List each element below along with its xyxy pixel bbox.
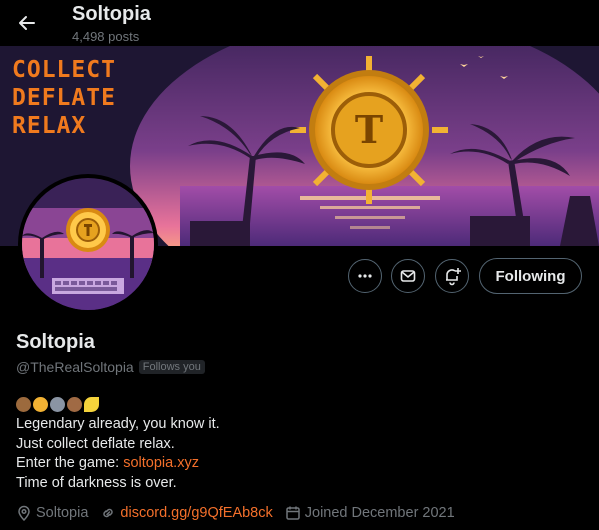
- top-bar: Soltopia 4,498 posts: [0, 0, 599, 46]
- location-pin-icon: [18, 505, 30, 521]
- profile-meta: Soltopia discord.gg/g9QfEAb8ck Joined De…: [16, 505, 467, 521]
- bio-line-4: Time of darkness is over.: [16, 474, 177, 491]
- message-button[interactable]: [391, 259, 425, 293]
- joined-item: Joined December 2021: [285, 505, 455, 521]
- location-text: Soltopia: [36, 505, 89, 521]
- envelope-icon: [400, 270, 416, 282]
- bio-line-3: Enter the game: soltopia.xyz: [16, 454, 220, 474]
- banner-line-deflate: DEFLATE: [12, 85, 116, 111]
- cat-icon: [33, 397, 48, 412]
- wolf-icon: [50, 397, 65, 412]
- notifications-button[interactable]: [435, 259, 469, 293]
- website-item: discord.gg/g9QfEAb8ck: [100, 505, 273, 521]
- calendar-icon: [286, 506, 300, 520]
- banner-line-collect: COLLECT: [12, 57, 116, 83]
- page-title: Soltopia: [72, 3, 151, 25]
- bio-line-1: Legendary already, you know it.: [16, 416, 220, 432]
- website-link[interactable]: discord.gg/g9QfEAb8ck: [120, 505, 272, 521]
- bio-line-3-prefix: Enter the game:: [16, 455, 124, 471]
- following-button[interactable]: Following: [479, 258, 582, 294]
- coin-letter: T: [355, 107, 383, 152]
- post-count: 4,498 posts: [72, 29, 140, 44]
- handle-row: @TheRealSoltopia Follows you: [16, 359, 205, 375]
- location-item: Soltopia: [16, 505, 88, 521]
- link-icon: [103, 508, 114, 518]
- profile-bio: Legendary already, you know it. Just col…: [16, 395, 220, 493]
- bio-line-2: Just collect deflate relax.: [16, 435, 175, 452]
- follows-you-badge: Follows you: [138, 360, 205, 374]
- banner-line-relax: RELAX: [12, 113, 87, 139]
- emoji-row: [16, 395, 220, 414]
- more-options-button[interactable]: [348, 259, 382, 293]
- banner-slogan: COLLECT DEFLATE RELAX: [12, 56, 202, 140]
- profile-handle: @TheRealSoltopia: [16, 359, 134, 375]
- profile-name: Soltopia: [16, 331, 95, 353]
- banana-icon: [84, 397, 99, 412]
- bear-icon: [16, 397, 31, 412]
- more-dots-icon: [358, 274, 372, 278]
- back-arrow-icon[interactable]: [12, 8, 42, 38]
- avatar[interactable]: [18, 174, 158, 314]
- monkey-icon: [67, 397, 82, 412]
- bell-plus-icon: [446, 268, 461, 286]
- bio-website-link[interactable]: soltopia.xyz: [123, 455, 199, 471]
- joined-text: Joined December 2021: [304, 505, 455, 521]
